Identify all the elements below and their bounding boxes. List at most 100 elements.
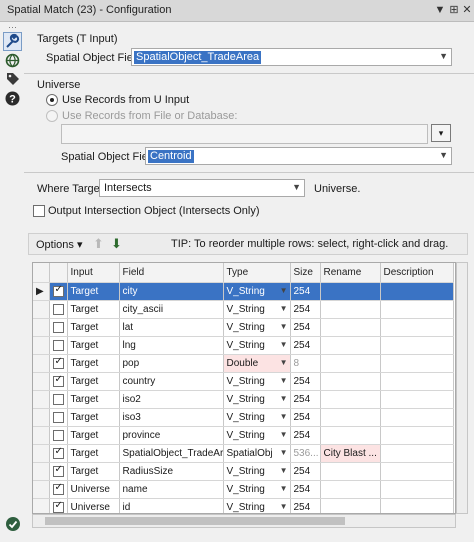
row-select-cell[interactable]	[49, 498, 68, 513]
chevron-down-icon[interactable]: ▼	[280, 304, 288, 313]
row-type[interactable]: V_String ▼	[223, 498, 291, 513]
where-condition-select[interactable]: Intersects ▼	[99, 179, 305, 197]
row-size[interactable]: 254	[290, 462, 321, 481]
table-row[interactable]: Target iso2 V_String ▼ 254	[33, 390, 454, 409]
row-select-cell[interactable]	[49, 408, 68, 427]
use-file-label[interactable]: Use Records from File or Database:	[62, 110, 237, 122]
row-select-cell[interactable]	[49, 282, 68, 301]
row-select-cell[interactable]	[49, 426, 68, 445]
output-intersection-label[interactable]: Output Intersection Object (Intersects O…	[48, 205, 260, 217]
row-type[interactable]: V_String ▼	[223, 336, 291, 355]
row-description[interactable]	[380, 354, 454, 373]
table-row[interactable]: TargetSpatialObject_TradeAreaSpatialObj ▼…	[33, 444, 454, 463]
row-select-cell[interactable]	[49, 336, 68, 355]
output-intersection-checkbox[interactable]	[33, 205, 45, 217]
row-rename[interactable]	[320, 462, 381, 481]
column-header-description[interactable]: Description	[380, 263, 454, 283]
chevron-down-icon[interactable]: ▼	[280, 502, 288, 511]
row-rename[interactable]	[320, 426, 381, 445]
row-type[interactable]: V_String ▼	[223, 372, 291, 391]
chevron-down-icon[interactable]: ▼	[280, 340, 288, 349]
chevron-down-icon[interactable]: ▼	[280, 466, 288, 475]
column-header-check[interactable]	[49, 263, 68, 283]
row-rename[interactable]	[320, 318, 381, 337]
row-select-cell[interactable]	[49, 372, 68, 391]
universe-spatial-field-select[interactable]: Centroid ▼	[145, 147, 452, 165]
use-u-input-radio[interactable]	[46, 94, 58, 106]
row-size[interactable]: 254	[290, 300, 321, 319]
row-select-checkbox[interactable]	[52, 374, 64, 387]
grid-vertical-scrollbar[interactable]	[456, 262, 468, 514]
row-rename[interactable]: City Blast ...	[320, 444, 381, 463]
table-row[interactable]: TargetRadiusSizeV_String ▼254	[33, 462, 454, 481]
row-type[interactable]: V_String ▼	[223, 282, 291, 301]
configuration-wrench-icon[interactable]	[3, 32, 22, 51]
row-size[interactable]: 254	[290, 318, 321, 337]
row-size[interactable]: 536...	[290, 444, 321, 463]
table-row[interactable]: Target city_ascii V_String ▼ 254	[33, 300, 454, 319]
row-rename[interactable]	[320, 372, 381, 391]
row-type[interactable]: V_String ▼	[223, 408, 291, 427]
table-row[interactable]: Target iso3 V_String ▼ 254	[33, 408, 454, 427]
table-row[interactable]: TargetpopDouble ▼8	[33, 354, 454, 373]
row-select-checkbox[interactable]	[52, 340, 64, 351]
move-down-arrow-icon[interactable]: ⬇	[111, 236, 122, 252]
row-rename[interactable]	[320, 282, 381, 301]
row-rename[interactable]	[320, 336, 381, 355]
chevron-down-icon[interactable]: ▼	[280, 448, 288, 457]
row-type[interactable]: V_String ▼	[223, 390, 291, 409]
row-select-checkbox[interactable]	[52, 464, 64, 477]
row-select-cell[interactable]	[49, 480, 68, 499]
row-size[interactable]: 254	[290, 480, 321, 499]
column-header-rename[interactable]: Rename	[320, 263, 381, 283]
scrollbar-thumb[interactable]	[45, 517, 345, 525]
options-menu-button[interactable]: Options ▾	[36, 238, 83, 251]
row-select-checkbox[interactable]	[52, 412, 64, 423]
table-row[interactable]: UniversenameV_String ▼254	[33, 480, 454, 499]
column-header-type[interactable]: Type	[223, 263, 291, 283]
row-select-cell[interactable]	[49, 354, 68, 373]
row-rename[interactable]	[320, 498, 381, 513]
chevron-down-icon[interactable]: ▼	[280, 430, 288, 439]
row-description[interactable]	[380, 336, 454, 355]
row-type[interactable]: V_String ▼	[223, 426, 291, 445]
help-icon[interactable]: ?	[4, 90, 21, 107]
targets-spatial-field-select[interactable]: SpatialObject_TradeArea ▼	[131, 48, 452, 66]
row-description[interactable]	[380, 444, 454, 463]
row-rename[interactable]	[320, 354, 381, 373]
row-size[interactable]: 254	[290, 498, 321, 513]
file-path-input[interactable]	[61, 124, 428, 144]
row-select-checkbox[interactable]	[52, 356, 64, 369]
row-description[interactable]	[380, 390, 454, 409]
row-description[interactable]	[380, 408, 454, 427]
row-type[interactable]: V_String ▼	[223, 300, 291, 319]
row-size[interactable]: 254	[290, 336, 321, 355]
row-select-checkbox[interactable]	[52, 304, 64, 315]
row-description[interactable]	[380, 480, 454, 499]
row-rename[interactable]	[320, 300, 381, 319]
table-row[interactable]: TargetcountryV_String ▼254	[33, 372, 454, 391]
chevron-down-icon[interactable]: ▼	[280, 484, 288, 493]
column-header-size[interactable]: Size	[290, 263, 321, 283]
table-row[interactable]: UniverseidV_String ▼254	[33, 498, 454, 513]
row-size[interactable]: 254	[290, 390, 321, 409]
row-description[interactable]	[380, 462, 454, 481]
row-type[interactable]: V_String ▼	[223, 480, 291, 499]
row-description[interactable]	[380, 318, 454, 337]
row-rename[interactable]	[320, 408, 381, 427]
row-select-cell[interactable]	[49, 300, 68, 319]
column-header-field[interactable]: Field	[119, 263, 224, 283]
row-type[interactable]: V_String ▼	[223, 462, 291, 481]
globe-icon[interactable]	[4, 52, 21, 69]
grid-horizontal-scrollbar[interactable]	[32, 514, 456, 528]
close-window-button[interactable]: ✕	[460, 2, 474, 18]
chevron-down-icon[interactable]: ▼	[280, 358, 288, 367]
use-u-input-label[interactable]: Use Records from U Input	[62, 94, 189, 106]
row-description[interactable]	[380, 300, 454, 319]
row-description[interactable]	[380, 426, 454, 445]
float-window-button[interactable]: ⊞	[447, 2, 461, 18]
row-size[interactable]: 254	[290, 372, 321, 391]
chevron-down-icon[interactable]: ▼	[280, 286, 288, 295]
row-type[interactable]: Double ▼	[223, 354, 291, 373]
row-description[interactable]	[380, 282, 454, 301]
